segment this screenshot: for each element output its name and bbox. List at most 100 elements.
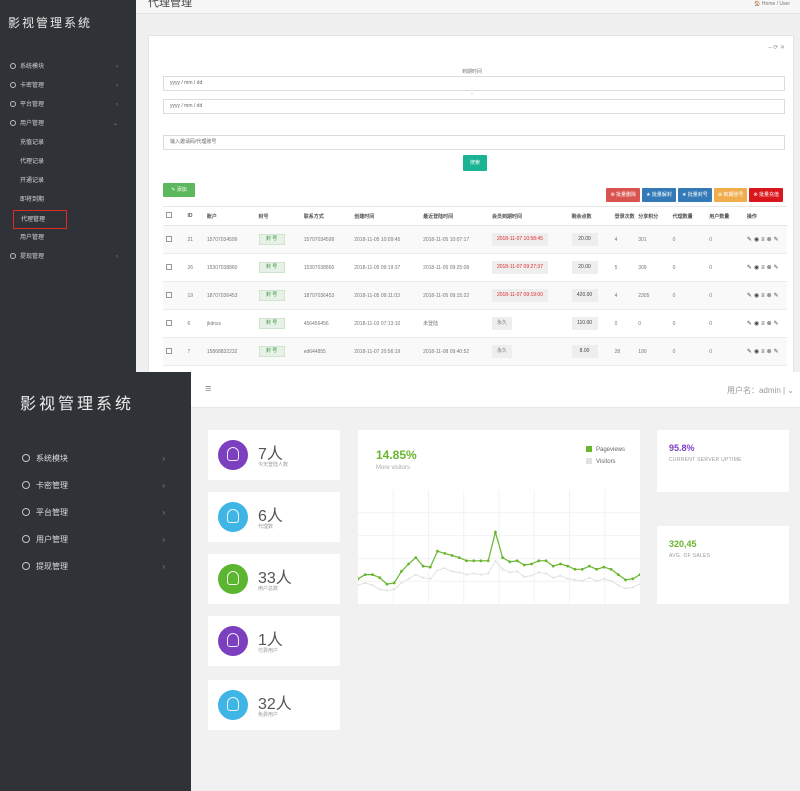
expire-value: 2018-11-07 09:27:37 bbox=[491, 261, 548, 274]
data-point-visitors bbox=[429, 577, 432, 580]
sidebar-item-cards[interactable]: 卡密管理 › bbox=[0, 472, 191, 499]
data-point-visitors bbox=[602, 577, 605, 580]
date-start-input[interactable]: yyyy / mm / dd bbox=[163, 76, 785, 91]
data-point-pageviews bbox=[566, 564, 570, 568]
visitors-chart-card: 14.85% More visitors Pageviews Visitors bbox=[358, 430, 640, 604]
breadcrumb[interactable]: 🏠 Home / User bbox=[754, 1, 790, 7]
cell-id: 7 bbox=[184, 337, 204, 366]
chevron-right-icon: › bbox=[116, 102, 118, 108]
data-point-visitors bbox=[581, 579, 584, 582]
cell-logins: 4 bbox=[611, 281, 636, 310]
data-point-visitors bbox=[552, 576, 555, 579]
row-action-icons[interactable]: ✎◉≡⊗✎ bbox=[747, 321, 781, 327]
data-point-visitors bbox=[465, 573, 468, 576]
cell-ops: ✎◉≡⊗✎ bbox=[743, 309, 787, 338]
submenu-agent-management[interactable]: 代理管理 bbox=[13, 210, 67, 229]
row-checkbox[interactable] bbox=[166, 263, 172, 270]
ban-button[interactable]: 封 号 bbox=[258, 262, 285, 273]
kpi-label: CURRENT SERVER UPTIME bbox=[669, 457, 742, 463]
stat-card-paid-users: 1人 付费用户 bbox=[208, 616, 340, 666]
submenu-expiring[interactable]: 即将到期 bbox=[0, 191, 136, 210]
expire-value: 永久 bbox=[491, 317, 512, 330]
cell-users: 0 bbox=[706, 309, 744, 338]
row-select-cell bbox=[163, 225, 185, 254]
table-row: 19 18707036453 封 号 18707036453 2018-11-05 09… bbox=[163, 281, 787, 310]
sidebar-item-system[interactable]: 系统模块 › bbox=[0, 445, 191, 472]
sidebar-item-system[interactable]: 系统模块 › bbox=[0, 58, 136, 77]
data-point-pageviews bbox=[385, 582, 389, 586]
bulk-delete-button[interactable]: ⊗ 批量删除 bbox=[606, 188, 641, 202]
row-action-icons[interactable]: ✎◉≡⊗✎ bbox=[747, 349, 781, 355]
data-point-pageviews bbox=[580, 567, 584, 571]
user-menu[interactable]: 用户名：admin | ⌄ bbox=[727, 385, 794, 396]
date-end-input[interactable]: yyyy / mm / dd bbox=[163, 99, 785, 114]
column-header: 创建时间 bbox=[351, 206, 421, 226]
column-header: 分享积分 bbox=[635, 206, 670, 226]
expired-accounts-button[interactable]: ⊕ 到期账号 bbox=[713, 188, 748, 202]
ban-button[interactable]: 封 号 bbox=[258, 234, 285, 245]
cell-users: 0 bbox=[706, 253, 744, 282]
cell-created: 2018-11-05 09:19:37 bbox=[351, 253, 421, 282]
search-button[interactable]: 搜索 bbox=[463, 155, 487, 171]
menu-toggle-icon[interactable]: ≡ bbox=[205, 383, 211, 395]
cell-logins: 5 bbox=[611, 253, 636, 282]
sidebar-item-users[interactable]: 用户管理 ⌄ bbox=[0, 115, 136, 134]
row-action-icons[interactable]: ✎◉≡⊗✎ bbox=[747, 265, 781, 271]
data-point-visitors bbox=[443, 567, 446, 570]
submenu-recharge[interactable]: 充值记录 bbox=[0, 134, 136, 153]
data-point-visitors bbox=[378, 588, 381, 591]
row-checkbox[interactable] bbox=[166, 347, 172, 354]
kpi-card-sales: 320,45 AVG. OF SALES bbox=[657, 526, 789, 604]
submenu-agent-records[interactable]: 代理记录 bbox=[0, 153, 136, 172]
sidebar-item-cards[interactable]: 卡密管理 › bbox=[0, 77, 136, 96]
data-point-pageviews bbox=[616, 573, 620, 576]
row-checkbox[interactable] bbox=[166, 235, 172, 242]
chevron-right-icon: › bbox=[162, 481, 165, 490]
sidebar-item-platform[interactable]: 平台管理 › bbox=[0, 499, 191, 526]
table-row: 7 15868832232 封 号 ed644855 2018-11-07 20:56:… bbox=[163, 337, 787, 366]
user-icon bbox=[218, 690, 248, 720]
bulk-ban-button[interactable]: ★ 批量封号 bbox=[677, 188, 712, 202]
data-point-visitors bbox=[566, 577, 569, 580]
submenu-open-records[interactable]: 开通记录 bbox=[0, 172, 136, 191]
data-point-visitors bbox=[573, 578, 576, 581]
search-input[interactable]: 输入邀请码/代理账号 bbox=[163, 135, 785, 150]
data-point-pageviews bbox=[631, 577, 635, 581]
table-header-row: ID 账户 封号 联系方式 创建时间 最近登陆时间 会员到期时间 剩余点数 登录… bbox=[163, 206, 787, 226]
panel-tools[interactable]: – ⟳ ✕ bbox=[768, 44, 785, 51]
points-value: 8.00 bbox=[571, 345, 598, 358]
cell-points: 420.00 bbox=[568, 281, 612, 310]
bulk-recharge-button[interactable]: ⊗ 批量充值 bbox=[749, 188, 783, 202]
sidebar-item-platform[interactable]: 平台管理 › bbox=[0, 96, 136, 115]
kpi-card-uptime: 95.8% CURRENT SERVER UPTIME bbox=[657, 430, 789, 492]
sidebar-item-withdraw[interactable]: 提现管理 › bbox=[0, 553, 191, 580]
ban-button[interactable]: 封 号 bbox=[258, 318, 285, 329]
data-point-visitors bbox=[393, 588, 396, 591]
points-value: 20.00 bbox=[571, 233, 598, 246]
sidebar-item-users[interactable]: 用户管理 › bbox=[0, 526, 191, 553]
data-point-visitors bbox=[559, 574, 562, 577]
cell-ops: ✎◉≡⊗✎ bbox=[743, 281, 787, 310]
bulk-unban-button[interactable]: ★ 批量解封 bbox=[642, 188, 676, 202]
data-point-pageviews bbox=[501, 556, 504, 559]
cell-points: 110.00 bbox=[568, 309, 612, 338]
sidebar-item-withdraw[interactable]: 提现管理 › bbox=[0, 248, 136, 267]
column-header: 剩余点数 bbox=[568, 206, 612, 226]
data-point-visitors bbox=[595, 579, 598, 582]
submenu-user-management[interactable]: 用户管理 bbox=[0, 229, 136, 248]
app-logo: 影视管理系统 bbox=[20, 396, 135, 413]
row-checkbox[interactable] bbox=[166, 319, 172, 326]
data-point-pageviews bbox=[457, 556, 461, 559]
select-all-checkbox[interactable] bbox=[166, 212, 172, 218]
ban-button[interactable]: 封 号 bbox=[258, 290, 285, 301]
data-point-pageviews bbox=[537, 559, 541, 563]
add-button[interactable]: ✎ 添加 bbox=[163, 183, 195, 197]
row-checkbox[interactable] bbox=[166, 291, 172, 298]
row-action-icons[interactable]: ✎◉≡⊗✎ bbox=[747, 293, 781, 299]
row-action-icons[interactable]: ✎◉≡⊗✎ bbox=[747, 237, 781, 243]
data-point-pageviews bbox=[573, 567, 577, 571]
ban-button[interactable]: 封 号 bbox=[258, 346, 285, 357]
data-point-visitors bbox=[458, 571, 461, 574]
cell-contact: 15707034599 bbox=[300, 225, 352, 254]
cell-last-login: 2018-11-05 10:07:17 bbox=[420, 225, 489, 254]
